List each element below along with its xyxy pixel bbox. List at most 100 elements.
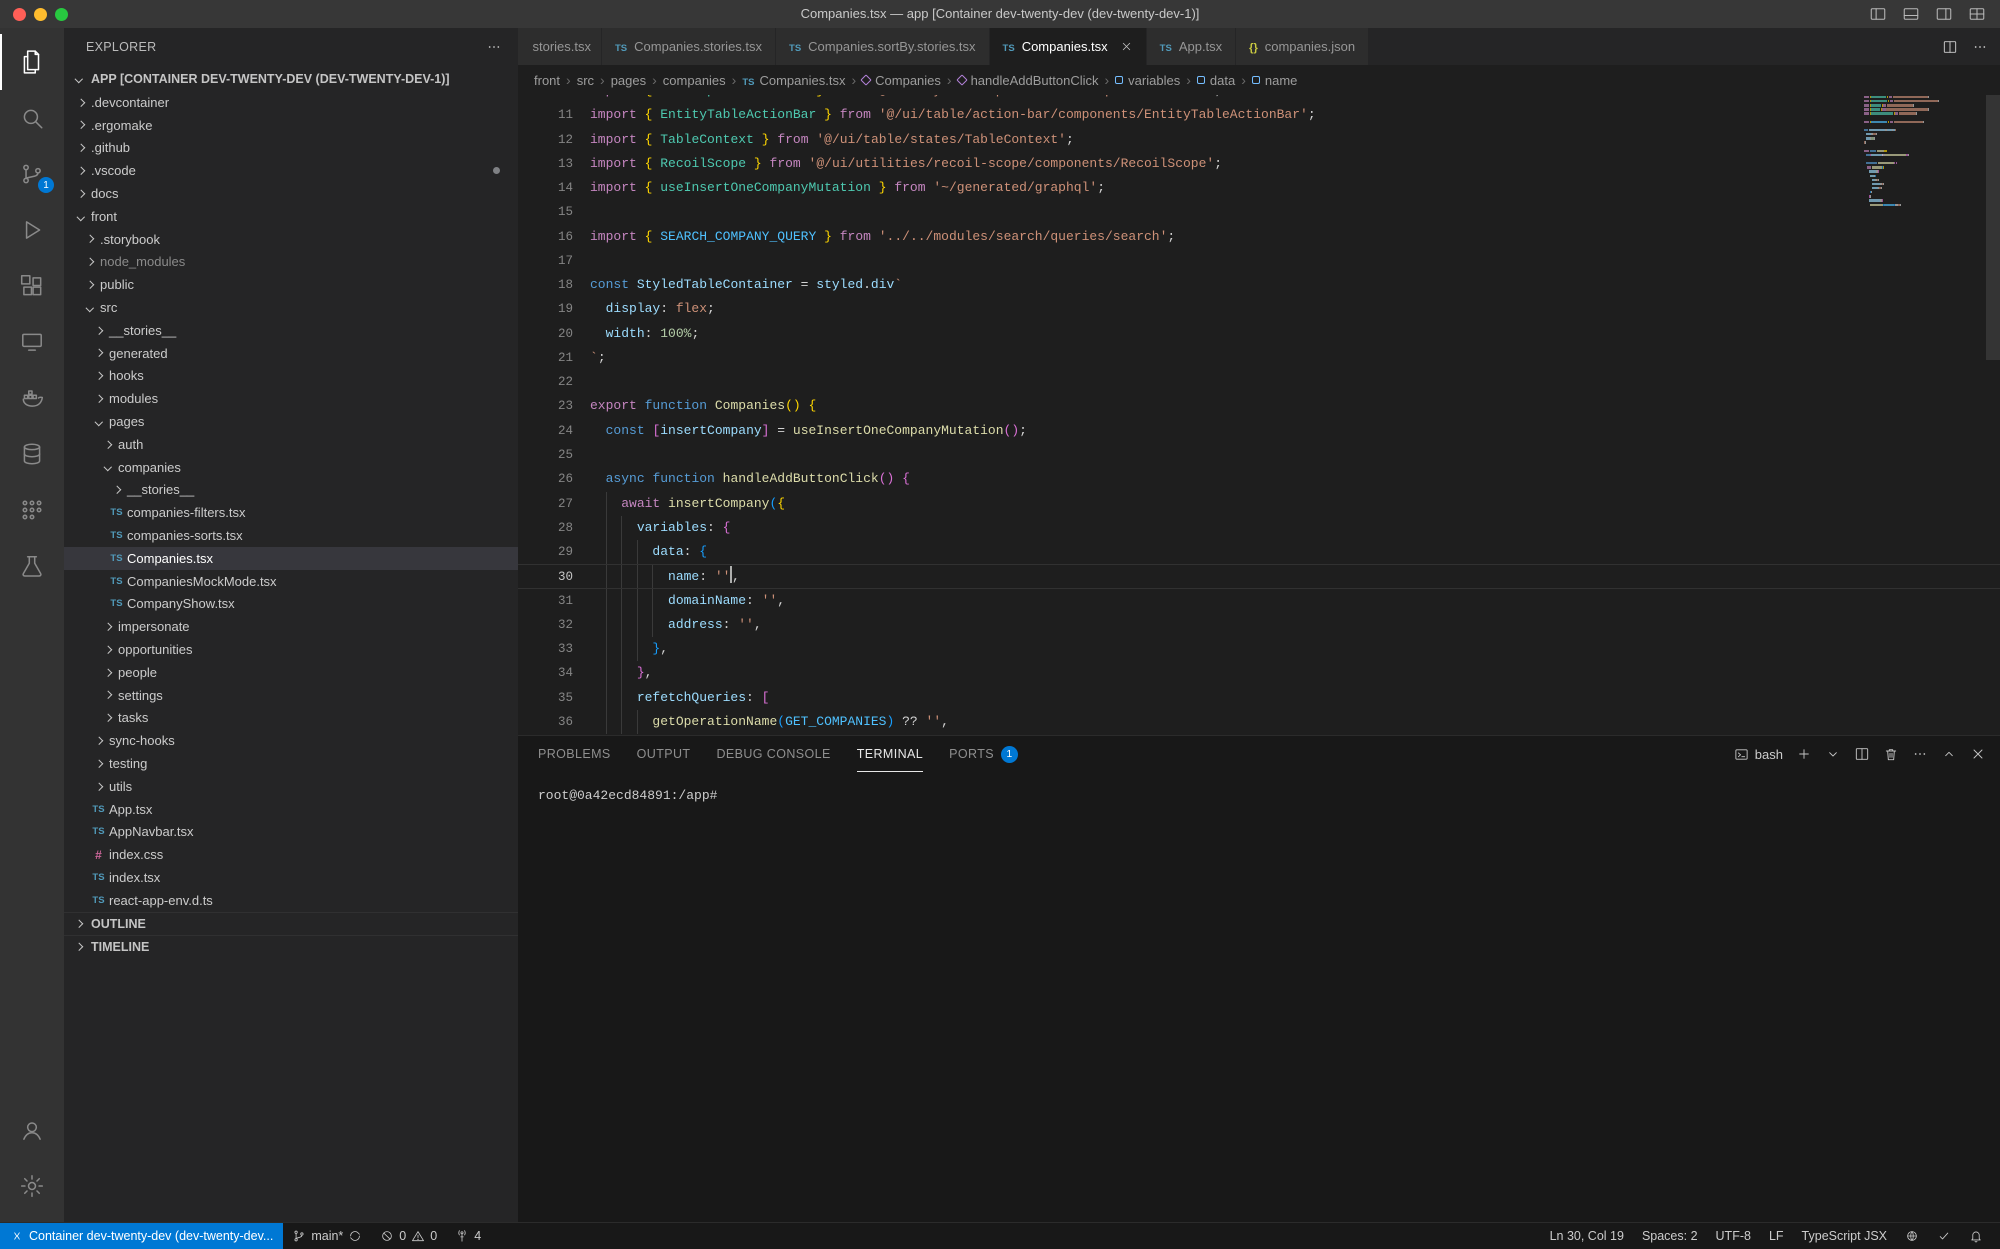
tree-item-testing[interactable]: testing: [64, 752, 518, 775]
tree-item-public[interactable]: public: [64, 273, 518, 296]
panel-tab-PROBLEMS[interactable]: PROBLEMS: [538, 736, 611, 772]
code-line-33[interactable]: 33 },: [518, 637, 2000, 661]
tree-item-CompanyShow.tsx[interactable]: TSCompanyShow.tsx: [64, 593, 518, 616]
tree-item-.ergomake[interactable]: .ergomake: [64, 114, 518, 137]
tree-item-pages[interactable]: pages: [64, 410, 518, 433]
language-mode-status[interactable]: TypeScript JSX: [1793, 1223, 1896, 1249]
tree-item-hooks[interactable]: hooks: [64, 365, 518, 388]
breadcrumb-src[interactable]: src: [577, 73, 594, 88]
code-line-36[interactable]: 36 getOperationName(GET_COMPANIES) ?? ''…: [518, 710, 2000, 734]
problems-status[interactable]: 0 0: [371, 1223, 446, 1249]
toggle-secondary-sidebar-button[interactable]: [1935, 5, 1953, 23]
code-line-32[interactable]: 32 address: '',: [518, 613, 2000, 637]
tree-item-.storybook[interactable]: .storybook: [64, 228, 518, 251]
tab-Companies.sortBy.stories.tsx[interactable]: TSCompanies.sortBy.stories.tsx: [776, 28, 990, 65]
remote-indicator[interactable]: Container dev-twenty-dev (dev-twenty-dev…: [0, 1223, 283, 1249]
tree-item-settings[interactable]: settings: [64, 684, 518, 707]
terminal-shell-selector[interactable]: bash: [1734, 747, 1783, 762]
breadcrumb-name[interactable]: name: [1252, 73, 1298, 88]
breadcrumb-front[interactable]: front: [534, 73, 560, 88]
activity-item-source-control[interactable]: 1: [0, 146, 64, 202]
activity-item-testing[interactable]: [0, 538, 64, 594]
panel-more-actions-button[interactable]: [1912, 746, 1928, 762]
minimize-window-button[interactable]: [34, 8, 47, 21]
tree-item-Companies.tsx[interactable]: TSCompanies.tsx: [64, 547, 518, 570]
tree-item-companies-sorts.tsx[interactable]: TScompanies-sorts.tsx: [64, 524, 518, 547]
eol-status[interactable]: LF: [1760, 1223, 1793, 1249]
breadcrumb-Companies[interactable]: Companies: [862, 73, 941, 88]
code-line-30[interactable]: 30 name: '',: [518, 564, 2000, 588]
ports-status[interactable]: 4: [446, 1223, 490, 1249]
close-window-button[interactable]: [13, 8, 26, 21]
breadcrumb-handleAddButtonClick[interactable]: handleAddButtonClick: [958, 73, 1099, 88]
editor-scrollbar[interactable]: [1986, 95, 2000, 735]
code-line-20[interactable]: 20 width: 100%;: [518, 322, 2000, 346]
panel-tab-PORTS[interactable]: PORTS1: [949, 736, 1018, 772]
panel-tab-OUTPUT[interactable]: OUTPUT: [637, 736, 691, 772]
tree-item-sync-hooks[interactable]: sync-hooks: [64, 729, 518, 752]
tree-item-impersonate[interactable]: impersonate: [64, 615, 518, 638]
zoom-window-button[interactable]: [55, 8, 68, 21]
breadcrumb-pages[interactable]: pages: [611, 73, 646, 88]
kill-terminal-button[interactable]: [1883, 746, 1899, 762]
customize-layout-button[interactable]: [1968, 5, 1986, 23]
tree-item-.github[interactable]: .github: [64, 137, 518, 160]
code-line-16[interactable]: 16import { SEARCH_COMPANY_QUERY } from '…: [518, 225, 2000, 249]
breadcrumb-Companies.tsx[interactable]: TSCompanies.tsx: [742, 73, 845, 88]
code-line-23[interactable]: 23export function Companies() {: [518, 394, 2000, 418]
activity-item-settings[interactable]: [0, 1158, 64, 1214]
code-line-29[interactable]: 29 data: {: [518, 540, 2000, 564]
activity-item-organization[interactable]: [0, 482, 64, 538]
tree-item-generated[interactable]: generated: [64, 342, 518, 365]
toggle-primary-sidebar-button[interactable]: [1869, 5, 1887, 23]
tab-companies.json[interactable]: {}companies.json: [1236, 28, 1369, 65]
tree-item-.vscode[interactable]: .vscode: [64, 159, 518, 182]
tree-item-.devcontainer[interactable]: .devcontainer: [64, 91, 518, 114]
tree-item-App.tsx[interactable]: TSApp.tsx: [64, 798, 518, 821]
close-tab-button[interactable]: [1120, 40, 1133, 53]
code-line-12[interactable]: 12import { TableContext } from '@/ui/tab…: [518, 128, 2000, 152]
terminal-prompt[interactable]: root@0a42ecd84891:/app#: [538, 788, 717, 803]
notifications-status[interactable]: [1960, 1223, 1992, 1249]
outline-section-header[interactable]: OUTLINE: [64, 912, 518, 935]
prettier-status[interactable]: [1928, 1223, 1960, 1249]
tree-item-AppNavbar.tsx[interactable]: TSAppNavbar.tsx: [64, 821, 518, 844]
tree-item-tasks[interactable]: tasks: [64, 707, 518, 730]
code-editor[interactable]: 10import { WithTopBarContainer } from '@…: [518, 95, 2000, 735]
panel-tab-TERMINAL[interactable]: TERMINAL: [857, 736, 923, 772]
split-terminal-button[interactable]: [1854, 746, 1870, 762]
code-line-11[interactable]: 11import { EntityTableActionBar } from '…: [518, 103, 2000, 127]
code-line-31[interactable]: 31 domainName: '',: [518, 589, 2000, 613]
activity-item-docker[interactable]: [0, 370, 64, 426]
activity-item-run-debug[interactable]: [0, 202, 64, 258]
code-line-26[interactable]: 26 async function handleAddButtonClick()…: [518, 467, 2000, 491]
indentation-status[interactable]: Spaces: 2: [1633, 1223, 1707, 1249]
tree-item-front[interactable]: front: [64, 205, 518, 228]
activity-item-search[interactable]: [0, 90, 64, 146]
code-line-24[interactable]: 24 const [insertCompany] = useInsertOneC…: [518, 419, 2000, 443]
activity-item-extensions[interactable]: [0, 258, 64, 314]
tree-item-index.css[interactable]: #index.css: [64, 843, 518, 866]
code-line-17[interactable]: 17: [518, 249, 2000, 273]
tree-item-__stories__[interactable]: __stories__: [64, 319, 518, 342]
tab-App.tsx[interactable]: TSApp.tsx: [1147, 28, 1237, 65]
tab-stories.tsx[interactable]: stories.tsx: [518, 28, 602, 65]
code-line-27[interactable]: 27 await insertCompany({: [518, 492, 2000, 516]
feedback-status[interactable]: [1896, 1223, 1928, 1249]
code-line-10[interactable]: 10import { WithTopBarContainer } from '@…: [518, 95, 2000, 103]
tree-item-utils[interactable]: utils: [64, 775, 518, 798]
maximize-panel-button[interactable]: [1941, 746, 1957, 762]
code-line-35[interactable]: 35 refetchQueries: [: [518, 686, 2000, 710]
code-line-19[interactable]: 19 display: flex;: [518, 297, 2000, 321]
editor-more-actions-button[interactable]: [1972, 39, 1988, 55]
code-line-18[interactable]: 18const StyledTableContainer = styled.di…: [518, 273, 2000, 297]
new-terminal-button[interactable]: [1796, 746, 1812, 762]
tree-item-node_modules[interactable]: node_modules: [64, 251, 518, 274]
timeline-section-header[interactable]: TIMELINE: [64, 935, 518, 958]
tree-item-auth[interactable]: auth: [64, 433, 518, 456]
activity-item-account[interactable]: [0, 1102, 64, 1158]
toggle-panel-button[interactable]: [1902, 5, 1920, 23]
code-line-34[interactable]: 34 },: [518, 661, 2000, 685]
tree-item-react-app-env.d.ts[interactable]: TSreact-app-env.d.ts: [64, 889, 518, 912]
code-line-28[interactable]: 28 variables: {: [518, 516, 2000, 540]
